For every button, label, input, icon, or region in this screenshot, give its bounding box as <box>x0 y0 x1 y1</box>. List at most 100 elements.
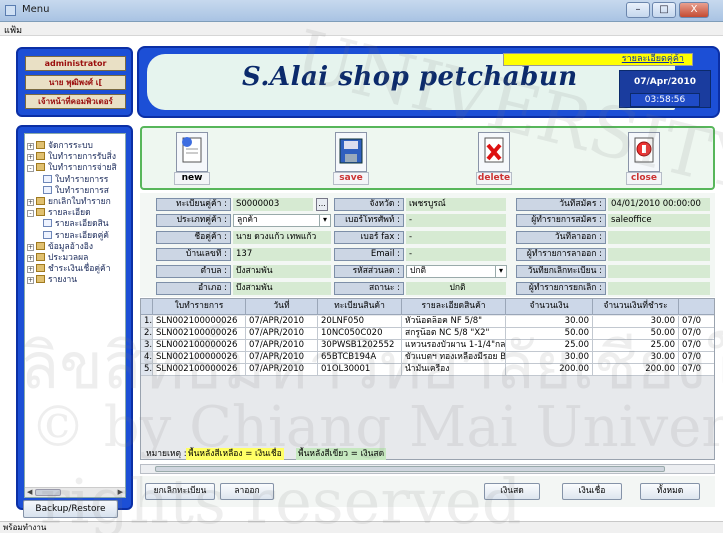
header-banner: S.Alai shop petchabun รายละเอียดคู่ค้า 0… <box>137 46 720 118</box>
legend-note: หมายเหตุ : <box>146 449 187 459</box>
apply-by-value[interactable]: saleoffice <box>608 214 710 227</box>
dropdown-arrow-icon[interactable]: ▾ <box>319 214 331 227</box>
discount-select[interactable]: ปกติ <box>406 265 506 278</box>
table-cell: 25.00 <box>593 340 679 352</box>
collapse-icon[interactable]: - <box>27 210 34 218</box>
reg-value[interactable]: S0000003 <box>233 198 313 211</box>
grid-header-cell[interactable]: วันที่ <box>246 299 318 315</box>
table-cell: สกรูน็อต NC 5/8 "X2" <box>402 328 506 340</box>
cancel-date-value[interactable] <box>608 265 710 278</box>
menu-file[interactable]: แฟ้ม <box>4 23 22 37</box>
row-number: 4. <box>141 352 153 364</box>
table-row[interactable]: 4. SLN002100000026 07/APR/2010 65BTCB194A ขั… <box>141 352 714 364</box>
status-text: พร้อมทำงาน <box>3 523 47 532</box>
fullname-button[interactable]: นาย พุฒิพงศ์ เ[ <box>25 75 126 90</box>
cancel-by-value[interactable] <box>608 282 710 295</box>
table-cell: 07/APR/2010 <box>246 364 318 376</box>
collapse-icon[interactable]: - <box>27 165 34 173</box>
folder-icon <box>36 141 45 149</box>
username-button[interactable]: administrator <box>25 56 126 71</box>
scroll-right-icon[interactable]: ▶ <box>118 488 123 496</box>
form-row-5: ตำบล : บึงสามพัน รหัสส่วนลด : ปกติ ▾ วัน… <box>140 264 715 279</box>
phone-value[interactable]: - <box>406 214 506 227</box>
legend: หมายเหตุ : พื้นหลังสีเหลือง = เงินเชื่อ … <box>140 447 715 461</box>
datetime-box: 07/Apr/2010 03:58:56 <box>619 70 711 108</box>
grid-header-cell[interactable]: ใบทำรายการ <box>153 299 246 315</box>
tree-horizontal-scrollbar[interactable]: ◀ ▶ <box>25 487 125 497</box>
apply-by-label: ผู้ทำรายการสมัคร : <box>516 214 606 227</box>
table-row[interactable]: 3. SLN002100000026 07/APR/2010 30PWSB120255… <box>141 340 714 352</box>
email-value[interactable]: - <box>406 248 506 261</box>
grid-header-cell[interactable]: จำนวนเงิน <box>506 299 593 315</box>
shop-title: S.Alai shop petchabun <box>242 62 578 92</box>
form-row-1: ทะเบียนคู่ค้า : S0000003 ... จังหวัด : เ… <box>140 197 715 212</box>
legend-yellow: พื้นหลังสีเหลือง = เงินเชื่อ <box>186 448 284 460</box>
new-button[interactable]: new <box>174 132 210 186</box>
province-value[interactable]: เพชรบูรณ์ <box>406 198 506 211</box>
house-no-label: บ้านเลขที่ : <box>156 248 231 261</box>
table-cell: หัวน็อตล็อค NF 5/8" <box>402 316 506 328</box>
close-button[interactable]: close <box>626 132 662 186</box>
grid-header-corner <box>141 299 153 315</box>
row-number: 1. <box>141 316 153 328</box>
navigation-tree: ◀ ▶ + จัดการระบบ + ใบทำรายการรับสิ่ง - ใบทำรา… <box>24 133 126 498</box>
delete-button[interactable]: delete <box>476 132 512 186</box>
grid-header-cell[interactable]: รายละเอียดสินค้า <box>402 299 506 315</box>
apply-date-label: วันที่สมัคร : <box>516 198 606 211</box>
table-cell: 30PWSB1202552 <box>318 340 402 352</box>
app-icon <box>5 5 16 16</box>
expand-icon[interactable]: + <box>27 277 34 285</box>
form-row-6: อำเภอ : บึงสามพัน สถานะ : ปกติ ผู้ทำรายก… <box>140 281 715 296</box>
fax-value[interactable]: - <box>406 231 506 244</box>
all-filter-button[interactable]: ทั้งหมด <box>640 483 700 500</box>
leave-by-value[interactable] <box>608 248 710 261</box>
customer-form: ทะเบียนคู่ค้า : S0000003 ... จังหวัด : เ… <box>140 193 715 297</box>
grid-header-cell[interactable] <box>679 299 714 315</box>
discount-dropdown-icon[interactable]: ▾ <box>495 265 507 278</box>
table-cell: 20LNF050 <box>318 316 402 328</box>
district-value[interactable]: บึงสามพัน <box>233 282 331 295</box>
grid-header-cell[interactable]: จำนวนเงินที่ชำระ <box>593 299 679 315</box>
house-no-value[interactable]: 137 <box>233 248 331 261</box>
table-cell: 07/APR/2010 <box>246 352 318 364</box>
form-row-2: ประเภทคู่ค้า : ลูกค้า ▾ เบอร์โทรศัพท์ : … <box>140 213 715 228</box>
table-cell: 30.00 <box>593 352 679 364</box>
grid-header-cell[interactable]: ทะเบียนสินค้า <box>318 299 402 315</box>
delete-label: delete <box>476 172 512 185</box>
tree-item[interactable]: + รายงาน <box>27 272 77 286</box>
cancel-registration-button[interactable]: ยกเลิกทะเบียน <box>145 483 215 500</box>
close-document-icon <box>628 132 660 172</box>
table-cell: แหวนรองบัวผาน 1-1/4"กลาง <box>402 340 506 352</box>
save-button[interactable]: save <box>333 132 369 186</box>
cash-filter-button[interactable]: เงินสด <box>484 483 540 500</box>
form-row-3: ชื่อคู่ค้า : นาย ดวงแก้ว เทพแก้ว เบอร์ f… <box>140 230 715 245</box>
scroll-thumb[interactable] <box>35 489 61 496</box>
backup-restore-button[interactable]: Backup/Restore <box>23 500 118 518</box>
grid-scroll-thumb[interactable] <box>155 466 665 472</box>
scroll-left-icon[interactable]: ◀ <box>27 488 32 496</box>
role-button[interactable]: เจ้าหน้าที่คอมพิวเตอร์ <box>25 94 126 109</box>
grid-horizontal-scrollbar[interactable] <box>140 464 715 474</box>
browse-button[interactable]: ... <box>316 198 328 211</box>
table-cell: 07/0 <box>679 352 714 364</box>
current-date: 07/Apr/2010 <box>634 77 696 87</box>
subdistrict-value[interactable]: บึงสามพัน <box>233 265 331 278</box>
leave-date-value[interactable] <box>608 231 710 244</box>
close-window-button[interactable]: X <box>679 2 709 18</box>
status-value[interactable]: ปกติ <box>406 282 506 295</box>
table-cell: SLN002100000026 <box>153 352 246 364</box>
apply-date-value[interactable]: 04/01/2010 00:00:00 <box>608 198 710 211</box>
window-title: Menu <box>22 4 50 15</box>
credit-filter-button[interactable]: เงินเชื่อ <box>562 483 622 500</box>
table-row[interactable]: 2. SLN002100000026 07/APR/2010 10NC050C020 ส… <box>141 328 714 340</box>
detail-link[interactable]: รายละเอียดคู่ค้า <box>503 53 693 66</box>
type-select[interactable]: ลูกค้า <box>233 214 331 227</box>
table-cell: SLN002100000026 <box>153 340 246 352</box>
minimize-button[interactable]: – <box>626 2 650 18</box>
table-row[interactable]: 5. SLN002100000026 07/APR/2010 01OL30001 น้ำ… <box>141 364 714 376</box>
table-cell: 07/0 <box>679 316 714 328</box>
table-row[interactable]: 1. SLN002100000026 07/APR/2010 20LNF050 หัวน… <box>141 316 714 328</box>
name-value[interactable]: นาย ดวงแก้ว เทพแก้ว <box>233 231 331 244</box>
maximize-button[interactable]: □ <box>652 2 676 18</box>
resign-button[interactable]: ลาออก <box>220 483 274 500</box>
